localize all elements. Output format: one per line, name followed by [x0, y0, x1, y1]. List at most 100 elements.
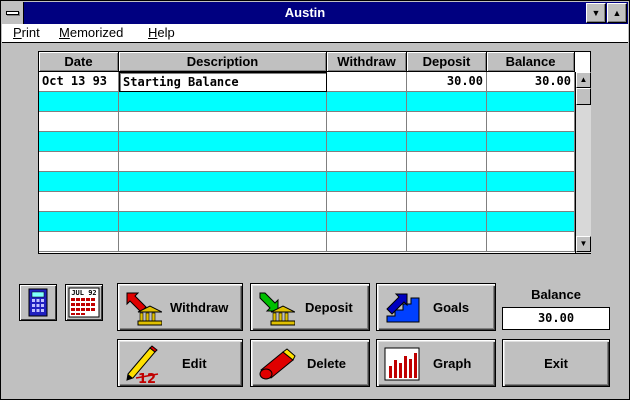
table-row[interactable] [39, 212, 575, 232]
withdraw-arrow-bank-icon [126, 292, 162, 326]
delete-button[interactable]: Delete [250, 339, 370, 387]
cell-description[interactable] [119, 192, 327, 212]
cell-deposit[interactable]: 30.00 [407, 72, 487, 92]
column-header-withdraw: Withdraw [327, 52, 407, 72]
edit-button[interactable]: 12 Edit [117, 339, 243, 387]
title-bar: Austin ▼ ▲ [2, 2, 628, 24]
cell-withdraw[interactable] [327, 112, 407, 132]
cell-date[interactable] [39, 92, 119, 112]
cell-balance[interactable] [487, 172, 575, 192]
cell-date[interactable] [39, 192, 119, 212]
cell-date[interactable] [39, 232, 119, 252]
cell-withdraw[interactable] [327, 212, 407, 232]
cell-description[interactable] [119, 152, 327, 172]
table-row[interactable] [39, 232, 575, 252]
cell-description[interactable] [119, 212, 327, 232]
triangle-up-icon: ▲ [612, 8, 622, 18]
exit-button[interactable]: Exit [502, 339, 610, 387]
menu-bar: Print Memorized Help [2, 24, 628, 43]
column-header-balance: Balance [487, 52, 575, 72]
cell-balance[interactable] [487, 232, 575, 252]
cell-date[interactable] [39, 112, 119, 132]
cell-description[interactable] [119, 172, 327, 192]
calculator-button[interactable] [19, 284, 57, 321]
calendar-button[interactable]: JUL 92 [65, 284, 103, 321]
cell-withdraw[interactable] [327, 172, 407, 192]
pencil-icon: 12 [126, 345, 159, 384]
vertical-scrollbar[interactable]: ▲ ▼ [575, 72, 591, 253]
scroll-up-button[interactable]: ▲ [576, 72, 591, 88]
cell-deposit[interactable] [407, 112, 487, 132]
deposit-button[interactable]: Deposit [250, 283, 370, 331]
withdraw-button[interactable]: Withdraw [117, 283, 243, 331]
cell-withdraw[interactable] [327, 192, 407, 212]
table-row[interactable]: Oct 13 93 Starting Balance 30.00 30.00 [39, 72, 575, 92]
maximize-button[interactable]: ▲ [607, 3, 627, 23]
cell-description[interactable] [119, 132, 327, 152]
cell-description[interactable] [119, 112, 327, 132]
table-row[interactable] [39, 192, 575, 212]
system-menu-button[interactable] [2, 2, 24, 24]
cell-balance[interactable]: 30.00 [487, 72, 575, 92]
cell-deposit[interactable] [407, 132, 487, 152]
eraser-icon [259, 348, 296, 380]
table-row[interactable] [39, 132, 575, 152]
cell-withdraw[interactable] [327, 152, 407, 172]
minimize-button[interactable]: ▼ [586, 3, 606, 23]
scroll-down-button[interactable]: ▼ [576, 236, 591, 252]
cell-description[interactable] [119, 92, 327, 112]
calendar-month-text: JUL 92 [71, 289, 96, 297]
table-row[interactable] [39, 172, 575, 192]
cell-balance[interactable] [487, 112, 575, 132]
column-header-date: Date [39, 52, 119, 72]
cell-description[interactable]: Starting Balance [119, 72, 327, 92]
graph-button[interactable]: Graph [376, 339, 496, 387]
menu-help[interactable]: Help [148, 25, 175, 40]
cell-date[interactable]: Oct 13 93 [39, 72, 119, 92]
cell-description[interactable] [119, 232, 327, 252]
cell-balance[interactable] [487, 152, 575, 172]
edit-label: Edit [182, 355, 207, 371]
triangle-down-icon: ▼ [591, 8, 601, 18]
edit-number-text: 12 [138, 372, 156, 384]
delete-label: Delete [307, 355, 347, 371]
cell-deposit[interactable] [407, 212, 487, 232]
deposit-label: Deposit [305, 299, 353, 315]
goals-label: Goals [433, 299, 470, 315]
balance-label: Balance [531, 287, 581, 302]
calendar-icon: JUL 92 [68, 287, 100, 318]
arrow-down-icon: ▼ [579, 239, 588, 248]
cell-deposit[interactable] [407, 92, 487, 112]
scroll-thumb[interactable] [576, 88, 591, 105]
cell-deposit[interactable] [407, 232, 487, 252]
cell-date[interactable] [39, 152, 119, 172]
window-title: Austin [284, 5, 326, 20]
cell-deposit[interactable] [407, 172, 487, 192]
goals-stairs-icon [386, 293, 420, 323]
menu-memorized[interactable]: Memorized [59, 25, 123, 40]
withdraw-label: Withdraw [170, 299, 229, 315]
cell-withdraw[interactable] [327, 92, 407, 112]
table-row[interactable] [39, 92, 575, 112]
bar-graph-icon [384, 347, 420, 381]
cell-balance[interactable] [487, 92, 575, 112]
table-row[interactable] [39, 112, 575, 132]
cell-withdraw[interactable] [327, 132, 407, 152]
cell-deposit[interactable] [407, 192, 487, 212]
transaction-register: Date Description Withdraw Deposit Balanc… [38, 51, 591, 254]
goals-button[interactable]: Goals [376, 283, 496, 331]
cell-balance[interactable] [487, 132, 575, 152]
table-row[interactable] [39, 152, 575, 172]
cell-date[interactable] [39, 212, 119, 232]
menu-print[interactable]: Print [13, 25, 40, 40]
cell-balance[interactable] [487, 192, 575, 212]
cell-withdraw[interactable] [327, 72, 407, 92]
cell-date[interactable] [39, 172, 119, 192]
column-header-description: Description [119, 52, 327, 72]
cell-withdraw[interactable] [327, 232, 407, 252]
deposit-arrow-bank-icon [259, 292, 295, 326]
cell-balance[interactable] [487, 212, 575, 232]
cell-date[interactable] [39, 132, 119, 152]
balance-display: 30.00 [502, 307, 610, 330]
cell-deposit[interactable] [407, 152, 487, 172]
